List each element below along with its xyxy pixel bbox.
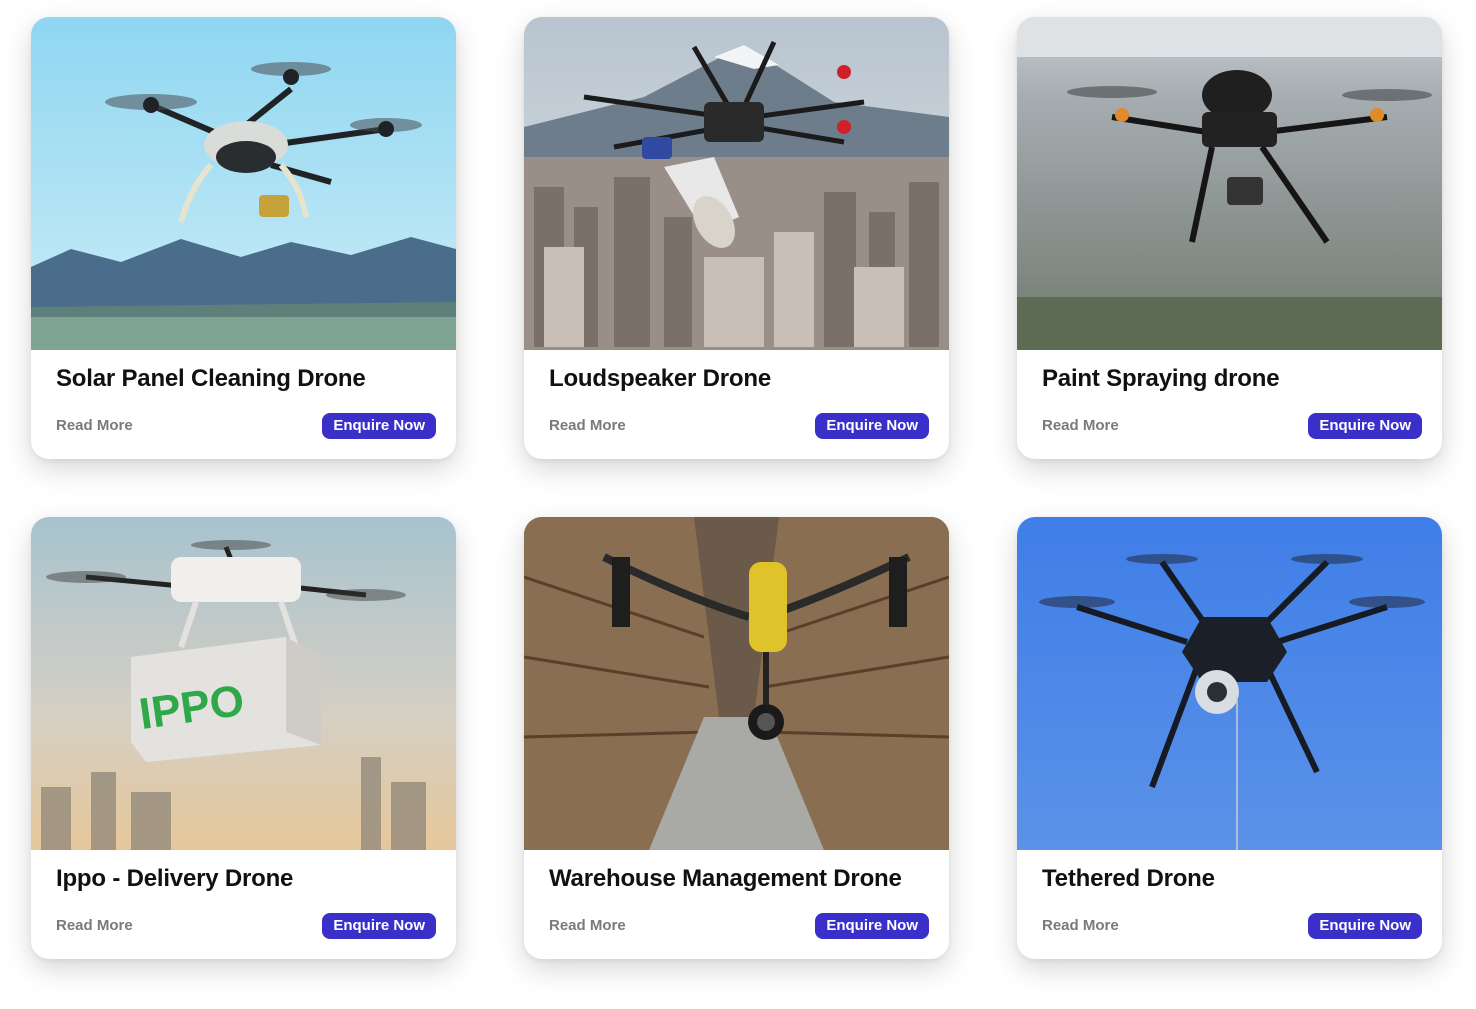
enquire-now-button[interactable]: Enquire Now [815,413,929,439]
enquire-now-button[interactable]: Enquire Now [1308,913,1422,939]
product-card-solar-panel-cleaning-drone: Solar Panel Cleaning Drone Read More Enq… [31,17,456,459]
product-card-loudspeaker-drone: Loudspeaker Drone Read More Enquire Now [524,17,949,459]
card-title: Paint Spraying drone [1042,365,1280,392]
enquire-now-button[interactable]: Enquire Now [322,913,436,939]
read-more-link[interactable]: Read More [56,917,133,934]
tethered-drone-photo[interactable] [1017,517,1442,850]
product-card-ippo-delivery-drone: IPPO Ippo - Delivery Drone Read More Enq… [31,517,456,959]
warehouse-drone-photo[interactable] [524,517,949,850]
card-title: Solar Panel Cleaning Drone [56,365,366,392]
card-title: Ippo - Delivery Drone [56,865,294,892]
read-more-link[interactable]: Read More [1042,417,1119,434]
drone-product-grid: Solar Panel Cleaning Drone Read More Enq… [0,0,1476,1009]
enquire-now-button[interactable]: Enquire Now [322,413,436,439]
delivery-drone-photo[interactable]: IPPO [31,517,456,850]
card-title: Warehouse Management Drone [549,865,902,892]
product-card-tethered-drone: Tethered Drone Read More Enquire Now [1017,517,1442,959]
paint-spraying-drone-photo[interactable] [1017,17,1442,350]
enquire-now-button[interactable]: Enquire Now [815,913,929,939]
product-card-paint-spraying-drone: Paint Spraying drone Read More Enquire N… [1017,17,1442,459]
solar-panel-drone-photo[interactable] [31,17,456,350]
card-title: Loudspeaker Drone [549,365,771,392]
read-more-link[interactable]: Read More [549,417,626,434]
read-more-link[interactable]: Read More [56,417,133,434]
enquire-now-button[interactable]: Enquire Now [1308,413,1422,439]
read-more-link[interactable]: Read More [549,917,626,934]
read-more-link[interactable]: Read More [1042,917,1119,934]
card-title: Tethered Drone [1042,865,1215,892]
product-card-warehouse-management-drone: Warehouse Management Drone Read More Enq… [524,517,949,959]
loudspeaker-drone-photo[interactable] [524,17,949,350]
